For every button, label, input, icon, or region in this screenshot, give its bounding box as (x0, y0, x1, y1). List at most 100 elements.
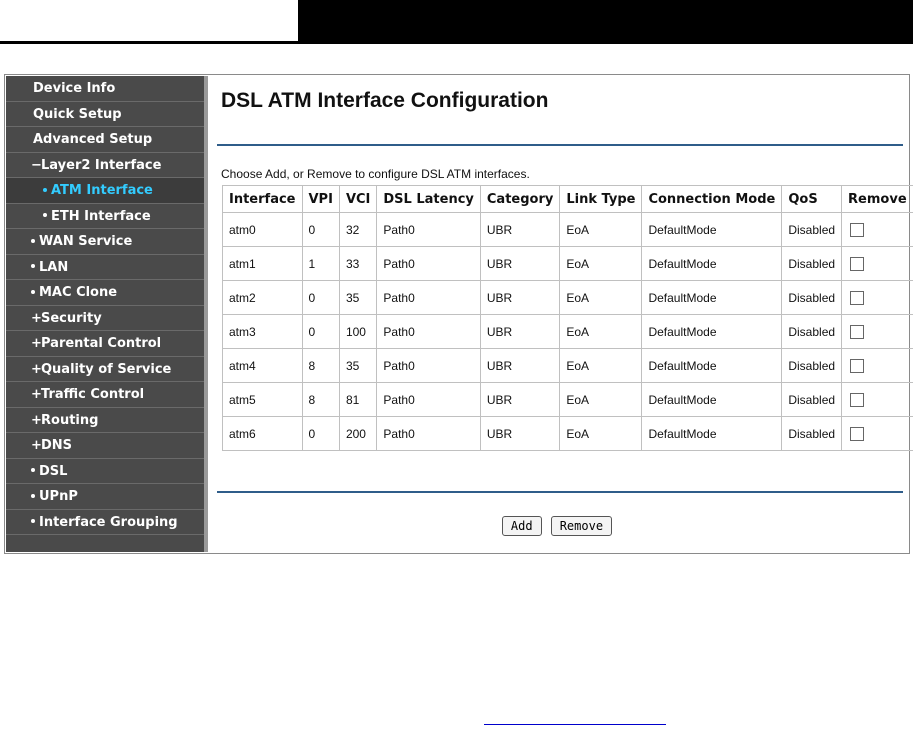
cell-remove (841, 280, 913, 315)
cell-vci: 32 (338, 212, 378, 247)
main-content: DSL ATM Interface Configuration Choose A… (211, 76, 913, 552)
sidebar-item-upnp[interactable]: UPnP (6, 484, 204, 510)
cell-link-type: EoA (559, 382, 643, 417)
add-button[interactable]: Add (501, 516, 542, 536)
title-divider (217, 144, 903, 146)
sidebar-item-quality-of-service[interactable]: +Quality of Service (6, 357, 204, 382)
cell-connection-mode: DefaultMode (641, 314, 783, 349)
sidebar-item-eth-interface[interactable]: ETH Interface (6, 204, 204, 229)
cell-connection-mode: DefaultMode (641, 416, 783, 451)
cell-qos: Disabled (781, 416, 843, 451)
cell-qos: Disabled (781, 246, 843, 281)
cell-qos: Disabled (781, 212, 843, 247)
bullet-icon (31, 519, 35, 523)
expand-plus-icon: + (31, 387, 42, 402)
column-header-link-type: Link Type (559, 185, 643, 213)
table-row: atm2 0 35 Path0 UBR EoA DefaultMode Disabled (222, 280, 913, 315)
table-row: atm6 0 200 Path0 UBR EoA DefaultMode Disabled (222, 416, 913, 451)
cell-dsl-latency: Path0 (376, 382, 481, 417)
sidebar-item-label: Interface Grouping (39, 514, 178, 530)
bullet-icon (31, 493, 35, 498)
sidebar-item-security[interactable]: +Security (6, 306, 204, 331)
sidebar-item-label: ETH Interface (51, 208, 151, 224)
column-header-dsl-latency: DSL Latency (376, 185, 481, 213)
cell-category: UBR (479, 348, 561, 383)
cell-vci: 35 (338, 280, 378, 315)
sidebar-item-wan-service[interactable]: WAN Service (6, 229, 204, 255)
cell-dsl-latency: Path0 (376, 280, 481, 315)
sidebar-item-dsl[interactable]: DSL (6, 459, 204, 484)
remove-checkbox[interactable] (850, 222, 865, 237)
sidebar-item-parental-control[interactable]: +Parental Control (6, 331, 204, 357)
cell-remove (841, 382, 913, 417)
column-header-interface: Interface (222, 185, 303, 213)
cell-category: UBR (479, 314, 561, 349)
cell-interface: atm0 (222, 212, 303, 247)
page-title: DSL ATM Interface Configuration (221, 89, 549, 112)
column-header-remove: Remove (841, 185, 913, 213)
column-header-category: Category (479, 185, 561, 213)
sidebar-item-interface-grouping[interactable]: Interface Grouping (6, 510, 204, 535)
cell-connection-mode: DefaultMode (641, 246, 783, 281)
remove-checkbox[interactable] (850, 392, 865, 407)
router-admin-frame: Device Info Quick Setup Advanced Setup −Lay… (4, 74, 913, 554)
sidebar-item-advanced-setup[interactable]: Advanced Setup (6, 127, 204, 153)
sidebar-item-label: Layer2 Interface (41, 157, 162, 173)
cell-link-type: EoA (559, 314, 643, 349)
sidebar-item-lan[interactable]: LAN (6, 255, 204, 280)
sidebar-item-label: Parental Control (41, 336, 162, 351)
remove-checkbox[interactable] (850, 324, 865, 339)
table-body: atm0 0 32 Path0 UBR EoA DefaultMode Disabled atm… (222, 212, 913, 451)
cell-qos: Disabled (781, 348, 843, 383)
column-header-vpi: VPI (301, 185, 340, 213)
column-header-connection-mode: Connection Mode (641, 185, 783, 213)
cell-link-type: EoA (559, 212, 643, 247)
cell-link-type: EoA (559, 246, 643, 281)
cell-vpi: 0 (301, 212, 340, 247)
bullet-icon (43, 187, 47, 192)
cell-link-type: EoA (559, 280, 643, 315)
table-row: atm0 0 32 Path0 UBR EoA DefaultMode Disabled (222, 212, 913, 247)
header-bar (298, 0, 913, 41)
cell-link-type: EoA (559, 416, 643, 451)
column-header-vci: VCI (338, 185, 378, 213)
cell-category: UBR (479, 246, 561, 281)
remove-button[interactable]: Remove (550, 516, 613, 536)
sidebar-item-label: DNS (41, 438, 73, 453)
cell-remove (841, 348, 913, 383)
cell-interface: atm1 (222, 246, 303, 281)
sidebar-item-dns[interactable]: +DNS (6, 433, 204, 459)
expand-plus-icon: + (31, 336, 42, 351)
expand-plus-icon: + (31, 412, 42, 428)
cell-dsl-latency: Path0 (376, 416, 481, 451)
cell-vpi: 0 (301, 416, 340, 451)
sidebar-item-label: UPnP (39, 489, 78, 504)
remove-checkbox[interactable] (850, 426, 865, 441)
sidebar-item-label: ATM Interface (51, 183, 153, 198)
sidebar-item-mac-clone[interactable]: MAC Clone (6, 280, 204, 306)
cell-dsl-latency: Path0 (376, 212, 481, 247)
sidebar-item-routing[interactable]: +Routing (6, 408, 204, 433)
remove-checkbox[interactable] (850, 290, 865, 305)
cell-vci: 81 (338, 382, 378, 417)
sidebar-item-traffic-control[interactable]: +Traffic Control (6, 382, 204, 408)
expand-plus-icon: + (31, 310, 42, 326)
sidebar-item-atm-interface[interactable]: ATM Interface (6, 178, 204, 204)
cell-vpi: 8 (301, 382, 340, 417)
sidebar-item-label: Routing (41, 412, 99, 428)
sidebar-item-layer2-interface[interactable]: −Layer2 Interface (6, 153, 204, 178)
cell-interface: atm2 (222, 280, 303, 315)
sidebar-item-label: MAC Clone (39, 285, 118, 300)
collapse-minus-icon: − (31, 157, 42, 173)
column-header-qos: QoS (781, 185, 843, 213)
cell-interface: atm3 (222, 314, 303, 349)
sidebar-item-label: Quick Setup (33, 106, 122, 122)
sidebar-item-quick-setup[interactable]: Quick Setup (6, 102, 204, 127)
sidebar-item-label: Quality of Service (41, 361, 172, 377)
cell-category: UBR (479, 280, 561, 315)
sidebar-item-device-info[interactable]: Device Info (6, 76, 204, 102)
remove-checkbox[interactable] (850, 256, 865, 271)
cell-qos: Disabled (781, 382, 843, 417)
remove-checkbox[interactable] (850, 358, 865, 373)
footer-link-underline[interactable] (484, 724, 666, 725)
